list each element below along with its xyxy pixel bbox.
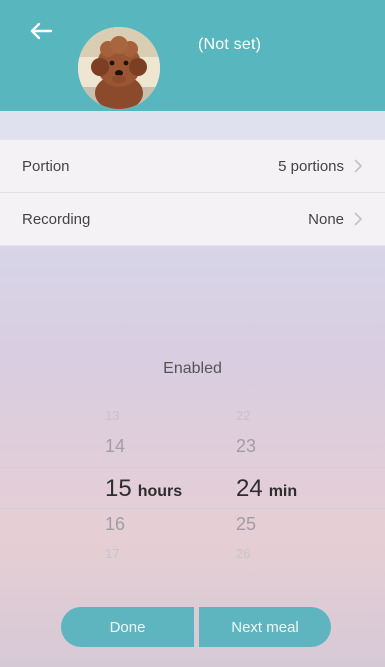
recording-value-group: None bbox=[308, 211, 363, 228]
pet-avatar[interactable] bbox=[78, 27, 160, 109]
portion-label: Portion bbox=[22, 157, 70, 175]
dog-photo bbox=[78, 27, 160, 109]
arrow-left-icon bbox=[30, 22, 53, 40]
recording-value: None bbox=[308, 210, 344, 228]
chevron-right-icon bbox=[354, 159, 362, 173]
next-meal-button[interactable]: Next meal bbox=[199, 607, 331, 647]
back-button[interactable] bbox=[24, 16, 58, 46]
minutes-selected-value: 24 bbox=[236, 475, 263, 502]
settings-list: Portion 5 portions Recording None bbox=[0, 139, 385, 246]
hours-option[interactable]: 17 bbox=[105, 546, 119, 561]
minutes-wheel[interactable]: 22 23 24 min 25 26 bbox=[236, 400, 336, 570]
minutes-option[interactable]: 22 bbox=[236, 408, 250, 423]
pet-name-title: (Not set) bbox=[198, 36, 262, 53]
minutes-option[interactable]: 23 bbox=[236, 436, 256, 457]
header-bar: (Not set) bbox=[0, 0, 385, 111]
minutes-selected[interactable]: 24 min bbox=[236, 475, 297, 503]
hours-selected[interactable]: 15 hours bbox=[105, 475, 182, 503]
time-picker: 13 14 15 hours 16 17 22 23 24 min 25 26 bbox=[0, 400, 385, 570]
portion-row[interactable]: Portion 5 portions bbox=[0, 140, 385, 192]
hours-option[interactable]: 13 bbox=[105, 408, 119, 423]
recording-row[interactable]: Recording None bbox=[0, 192, 385, 245]
recording-label: Recording bbox=[22, 210, 91, 228]
minutes-option[interactable]: 26 bbox=[236, 546, 250, 561]
header-divider-band bbox=[0, 111, 385, 139]
chevron-right-icon bbox=[354, 212, 362, 226]
hours-selected-value: 15 bbox=[105, 475, 132, 502]
hours-option[interactable]: 16 bbox=[105, 514, 125, 535]
hours-option[interactable]: 14 bbox=[105, 436, 125, 457]
enabled-status: Enabled bbox=[163, 360, 222, 377]
hours-wheel[interactable]: 13 14 15 hours 16 17 bbox=[105, 400, 215, 570]
portion-value: 5 portions bbox=[278, 157, 344, 175]
hours-unit-label: hours bbox=[137, 483, 183, 500]
minutes-option[interactable]: 25 bbox=[236, 514, 256, 535]
done-button[interactable]: Done bbox=[61, 607, 194, 647]
minutes-unit-label: min bbox=[268, 483, 298, 500]
portion-value-group: 5 portions bbox=[278, 158, 363, 175]
